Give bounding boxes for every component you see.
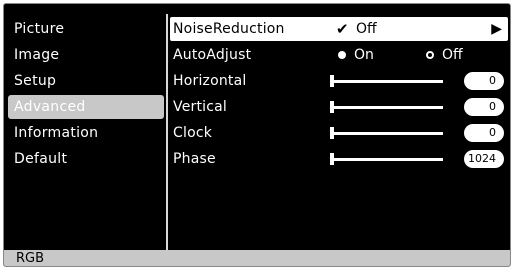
clock-label: Clock (173, 125, 213, 141)
horizontal-value: 0 (464, 72, 504, 90)
noise-reduction-label: NoiseReduction (173, 21, 285, 37)
horizontal-row: Horizontal 0 (170, 69, 508, 93)
clock-value: 0 (464, 124, 504, 142)
clock-row: Clock 0 (170, 121, 508, 145)
noise-reduction-row[interactable]: NoiseReduction ✔ Off ▶ (170, 17, 508, 41)
menu-item-information[interactable]: Information (8, 121, 164, 145)
main-menu: Picture Image Setup Advanced Information… (8, 17, 165, 251)
clock-slider-handle[interactable] (330, 127, 334, 139)
vertical-slider[interactable] (330, 106, 443, 109)
phase-row: Phase 1024 (170, 147, 508, 171)
checkmark-icon: ✔ (336, 20, 349, 38)
auto-adjust-label: AutoAdjust (173, 47, 252, 63)
osd-window: Picture Image Setup Advanced Information… (0, 0, 515, 270)
menu-item-advanced[interactable]: Advanced (8, 95, 164, 119)
menu-item-setup[interactable]: Setup (8, 69, 164, 93)
horizontal-slider[interactable] (330, 80, 443, 83)
vertical-row: Vertical 0 (170, 95, 508, 119)
auto-adjust-row: AutoAdjust On Off (170, 43, 508, 67)
panel-divider (166, 14, 168, 251)
clock-slider[interactable] (330, 132, 443, 135)
menu-item-default[interactable]: Default (8, 147, 164, 171)
vertical-label: Vertical (173, 99, 228, 115)
auto-adjust-on-radio[interactable] (338, 51, 346, 59)
phase-slider[interactable] (330, 158, 443, 161)
status-bar: RGB (4, 250, 510, 266)
noise-reduction-value: Off (356, 21, 377, 37)
auto-adjust-off-label: Off (442, 47, 463, 63)
menu-item-picture[interactable]: Picture (8, 17, 164, 41)
auto-adjust-off-radio[interactable] (426, 51, 434, 59)
horizontal-label: Horizontal (173, 73, 247, 89)
vertical-value: 0 (464, 98, 504, 116)
phase-slider-handle[interactable] (330, 153, 334, 165)
vertical-slider-handle[interactable] (330, 101, 334, 113)
phase-value: 1024 (464, 150, 504, 168)
submenu-arrow-icon[interactable]: ▶ (491, 17, 502, 41)
menu-item-image[interactable]: Image (8, 43, 164, 67)
osd-menu: Picture Image Setup Advanced Information… (3, 3, 511, 267)
horizontal-slider-handle[interactable] (330, 75, 334, 87)
advanced-panel: NoiseReduction ✔ Off ▶ AutoAdjust On Off… (170, 17, 508, 251)
phase-label: Phase (173, 151, 216, 167)
auto-adjust-on-label: On (354, 47, 374, 63)
input-source-label: RGB (16, 251, 45, 266)
